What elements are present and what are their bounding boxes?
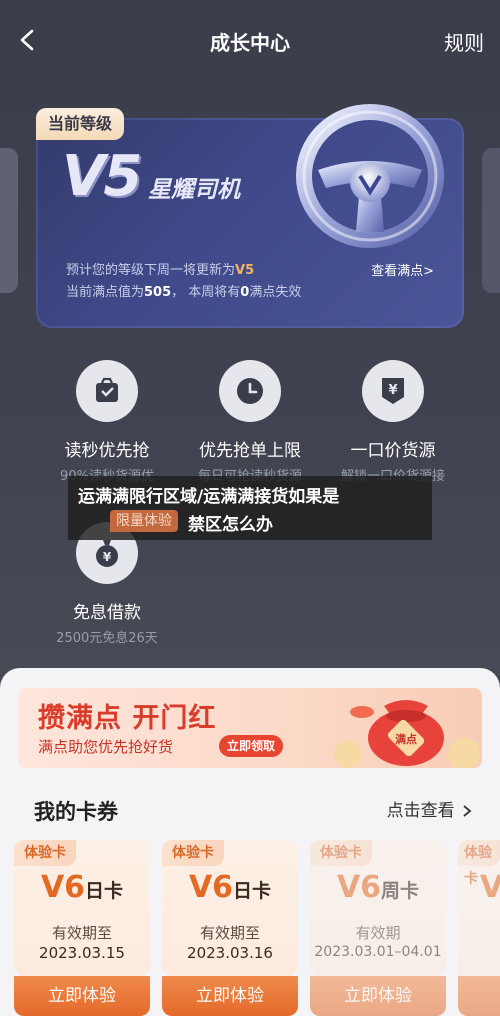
promo-subtitle: 满点助您优先抢好货: [38, 738, 174, 756]
next-level-card[interactable]: [482, 148, 500, 293]
view-coupons-link[interactable]: 点击查看: [387, 796, 474, 821]
coupon-date: 2023.03.15: [39, 944, 125, 962]
benefit-title: 优先抢单上限: [199, 441, 301, 461]
coupon-validity-label: 有效期至: [51, 924, 112, 942]
try-now-button[interactable]: 立即体验: [14, 976, 150, 1016]
coupon-card: 体验卡 V6日卡 有效期至 2023.03.15 立即体验: [14, 840, 150, 1016]
clock-icon: [219, 360, 281, 422]
benefit-item[interactable]: 优先抢单上限 每日可抢读秒货源: [180, 360, 320, 484]
level-code: V5: [62, 144, 142, 209]
coupon-level: V6日卡: [188, 870, 272, 905]
steering-wheel-icon: [288, 92, 448, 252]
limited-tag: 限量体验: [110, 510, 178, 532]
top-bar: 成长中心 规则: [0, 0, 500, 80]
current-level-tag: 当前等级: [36, 108, 125, 140]
promo-title: 攒满点 开门红: [38, 703, 217, 734]
view-points-link[interactable]: 查看满点>: [371, 260, 434, 279]
promo-banner[interactable]: 攒满点 开门红 满点助您优先抢好货 立即领取 满点: [18, 688, 482, 768]
benefit-title: 读秒优先抢: [64, 441, 150, 461]
chevron-right-icon: [463, 805, 472, 817]
claim-now-button[interactable]: 立即领取: [219, 735, 284, 757]
lucky-bag-icon: 满点: [334, 700, 480, 768]
coupon-date: 2023.03.01–04.01: [314, 944, 442, 960]
caption-line-2: 禁区怎么办: [188, 515, 273, 535]
benefit-item[interactable]: 读秒优先抢 90%读秒货源优: [37, 360, 177, 484]
coupon-tag: 体验卡: [458, 840, 500, 887]
coupon-card: 体验卡 V6日卡 有效期至 2023.03.16 立即体验: [162, 840, 298, 1016]
benefit-title: 一口价货源: [350, 441, 436, 461]
level-name: 星耀司机: [148, 177, 240, 203]
try-now-button[interactable]: 立即体验: [310, 976, 446, 1016]
coupon-tag: 体验卡: [162, 840, 224, 866]
coupon-level: V: [480, 870, 500, 905]
bottom-panel: 攒满点 开门红 满点助您优先抢好货 立即领取 满点 我的卡券 点击查看 体验卡 …: [0, 668, 500, 1016]
lightning-bag-icon: [76, 360, 138, 422]
current-level-card: 当前等级 V5 星耀司机 预计您的等级下周一将更新为V5 当前满点值为505， …: [36, 104, 464, 328]
coupon-validity-label: 有效期: [355, 924, 401, 942]
benefit-item[interactable]: ¥ 一口价货源 解锁一口价货源接: [323, 360, 463, 484]
coupon-card: 体验卡 V6周卡 有效期 2023.03.01–04.01 立即体验: [310, 840, 446, 1016]
section-title: 我的卡券: [34, 800, 118, 824]
benefit-item[interactable]: ¥ 免息借款 2500元免息26天: [37, 522, 177, 646]
yuan-shield-icon: ¥: [362, 360, 424, 422]
try-now-button[interactable]: [458, 976, 500, 1016]
prev-level-card[interactable]: [0, 148, 18, 293]
page-title: 成长中心: [210, 31, 290, 55]
svg-text:满点: 满点: [395, 732, 417, 746]
coupon-tag: 体验卡: [310, 840, 372, 866]
coupon-card-partial: 体验卡 V: [458, 840, 500, 1016]
svg-text:¥: ¥: [103, 550, 112, 564]
caption-line-1: 运满满限行区域/运满满接货如果是: [78, 487, 340, 507]
benefit-title: 免息借款: [73, 603, 141, 623]
coupon-validity-label: 有效期至: [199, 924, 260, 942]
coupon-date: 2023.03.16: [187, 944, 273, 962]
svg-text:¥: ¥: [388, 383, 397, 398]
coupon-tag: 体验卡: [14, 840, 76, 866]
coupon-level: V6周卡: [336, 870, 420, 905]
level-info-text: 预计您的等级下周一将更新为V5 当前满点值为505， 本周将有0满点失效: [66, 263, 302, 300]
rules-link[interactable]: 规则: [444, 27, 484, 56]
try-now-button[interactable]: 立即体验: [162, 976, 298, 1016]
benefit-desc: 2500元免息26天: [56, 631, 158, 646]
coupon-level: V6日卡: [40, 870, 124, 905]
